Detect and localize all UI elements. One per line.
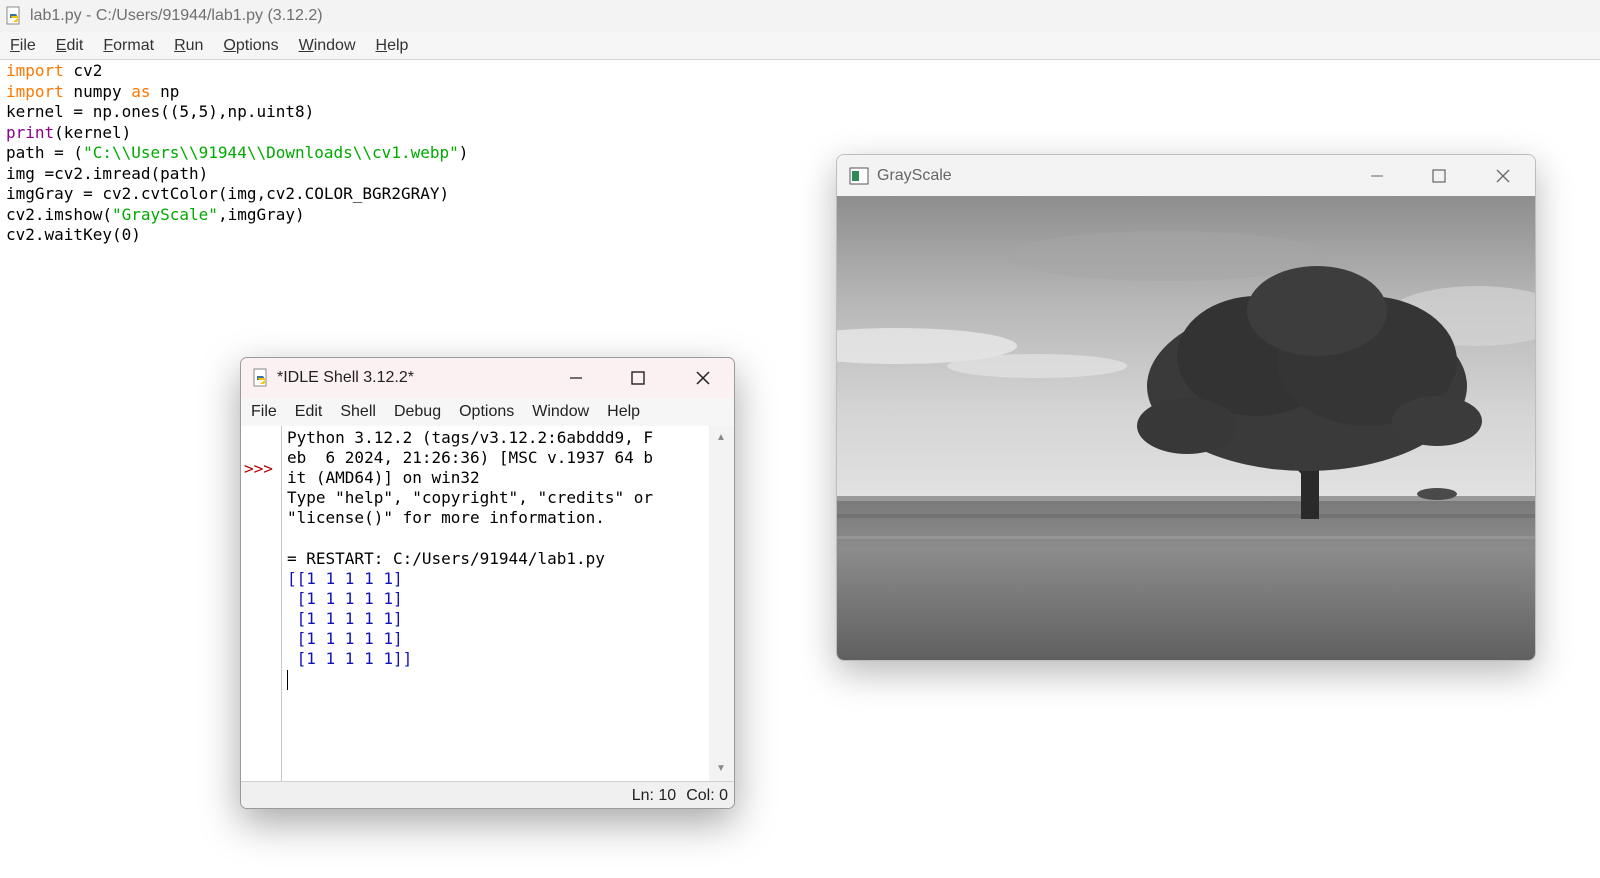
shell-line: Python 3.12.2 (tags/v3.12.2:6abddd9, F: [287, 428, 654, 447]
shell-menu-shell[interactable]: Shell: [330, 403, 384, 421]
program-output-line: [1 1 1 1 1]]: [287, 649, 413, 669]
program-output-line: [1 1 1 1 1]: [287, 608, 403, 628]
grayscale-title: GrayScale: [877, 166, 952, 184]
string-literal: "GrayScale": [111, 204, 218, 224]
program-output-line: [1 1 1 1 1]: [287, 628, 403, 648]
shell-output-area[interactable]: Python 3.12.2 (tags/v3.12.2:6abddd9, Feb…: [282, 426, 709, 781]
string-literal: "C:\\Users\\91944\\Downloads\\cv1.webp": [83, 143, 459, 162]
code-text: (kernel): [54, 122, 132, 142]
code-text: cv2: [63, 61, 103, 80]
menu-format[interactable]: Format: [93, 37, 164, 55]
code-text: numpy: [63, 81, 132, 101]
cursor-line: Ln: 10: [631, 786, 677, 804]
grayscale-landscape-image: [837, 196, 1535, 660]
input-line[interactable]: [287, 669, 709, 690]
shell-line: ​: [287, 528, 709, 548]
keyword: as: [131, 81, 151, 101]
shell-scrollbar[interactable]: ▲ ▼: [709, 426, 734, 781]
menu-options[interactable]: Options: [213, 37, 288, 55]
shell-statusbar: Ln: 10 Col: 0: [241, 781, 734, 808]
menu-mnemonic: W: [298, 36, 314, 54]
code-text: np: [150, 81, 180, 101]
menu-label: ptions: [235, 36, 279, 54]
code-text: ,imgGray): [217, 204, 305, 224]
shell-menu-file[interactable]: File: [241, 403, 285, 421]
code-line: cv2.waitKey(0): [6, 225, 141, 244]
menu-run[interactable]: Run: [164, 37, 213, 55]
scroll-down-icon[interactable]: ▼: [716, 763, 726, 774]
maximize-icon: [631, 371, 645, 385]
editor-title: lab1.py - C:/Users/91944/lab1.py (3.12.2…: [30, 7, 323, 24]
program-output-line: [[1 1 1 1 1]: [287, 568, 403, 588]
python-file-icon: [6, 6, 20, 25]
shell-prompt: >>>: [244, 459, 273, 478]
shell-menu-options[interactable]: Options: [449, 403, 522, 421]
code-line: import cv2: [6, 61, 826, 82]
maximize-icon: [1432, 168, 1446, 183]
minimize-icon: [570, 377, 582, 379]
menu-window[interactable]: Window: [289, 37, 366, 55]
idle-shell-window[interactable]: *IDLE Shell 3.12.2* File Edit Shell Debu…: [240, 357, 735, 809]
code-line: print(kernel): [6, 123, 826, 144]
editor-menubar: File Edit Format Run Options Window Help: [0, 32, 1600, 60]
shell-prompt-gutter: [241, 426, 282, 781]
keyword: import: [6, 61, 64, 80]
minimize-icon: [1371, 175, 1383, 176]
menu-label: dit: [66, 36, 84, 54]
builtin: print: [6, 122, 55, 142]
shell-line: Type "help", "copyright", "credits" or: [287, 488, 654, 508]
menu-mnemonic: E: [55, 36, 67, 54]
menu-file[interactable]: File: [0, 37, 46, 55]
opencv-window-icon: [849, 167, 869, 184]
close-icon: [696, 371, 710, 385]
python-shell-icon: [253, 368, 267, 387]
text-caret: [287, 669, 288, 690]
shell-line: "license()" for more information.: [287, 508, 605, 528]
shell-menu-debug[interactable]: Debug: [384, 403, 449, 421]
menu-label: ile: [19, 36, 36, 54]
close-button[interactable]: [1471, 155, 1535, 196]
code-editor[interactable]: import cv2 import numpy as np kernel = np.…: [6, 61, 826, 246]
menu-mnemonic: O: [223, 36, 236, 54]
shell-menu-window[interactable]: Window: [522, 403, 597, 421]
cursor-column: Col: 0: [686, 786, 728, 804]
code-text: cv2.imshow(: [6, 204, 112, 224]
shell-menu-help[interactable]: Help: [597, 403, 648, 421]
shell-maximize-button[interactable]: [606, 358, 670, 398]
code-line: imgGray = cv2.cvtColor(img,cv2.COLOR_BGR…: [6, 184, 450, 203]
menu-mnemonic: F: [103, 36, 114, 54]
code-text: ): [458, 143, 469, 162]
menu-label: elp: [387, 36, 409, 54]
grayscale-window[interactable]: GrayScale: [836, 154, 1536, 661]
menu-label: ormat: [113, 36, 155, 54]
maximize-button[interactable]: [1407, 155, 1471, 196]
code-line: import numpy as np: [6, 82, 826, 103]
keyword: import: [6, 81, 64, 101]
code-line: img =cv2.imread(path): [6, 163, 209, 183]
menu-mnemonic: H: [375, 36, 388, 54]
shell-line: it (AMD64)] on win32: [287, 468, 480, 488]
program-output-line: [1 1 1 1 1]: [287, 588, 403, 608]
shell-menubar: File Edit Shell Debug Options Window Hel…: [241, 398, 734, 426]
close-icon: [1496, 169, 1510, 182]
scroll-up-icon[interactable]: ▲: [716, 432, 726, 443]
code-line: cv2.imshow("GrayScale",imgGray): [6, 205, 826, 226]
menu-mnemonic: R: [174, 36, 186, 54]
menu-label: un: [185, 36, 204, 54]
menu-mnemonic: F: [10, 36, 20, 54]
shell-line: = RESTART: C:/Users/91944/lab1.py: [287, 548, 605, 568]
shell-title: *IDLE Shell 3.12.2*: [277, 369, 414, 386]
menu-help[interactable]: Help: [366, 37, 419, 55]
code-text: path = (: [6, 143, 84, 162]
shell-menu-edit[interactable]: Edit: [285, 403, 331, 421]
minimize-button[interactable]: [1345, 155, 1409, 196]
code-line: kernel = np.ones((5,5),np.uint8): [6, 102, 315, 121]
editor-titlebar: lab1.py - C:/Users/91944/lab1.py (3.12.2…: [0, 0, 1600, 32]
shell-close-button[interactable]: [671, 358, 734, 398]
shell-line: eb 6 2024, 21:26:36) [MSC v.1937 64 b: [287, 448, 654, 468]
shell-minimize-button[interactable]: [544, 358, 608, 398]
code-line: path = ("C:\\Users\\91944\\Downloads\\cv…: [6, 143, 826, 164]
menu-label: indow: [313, 36, 356, 54]
menu-edit[interactable]: Edit: [46, 37, 94, 55]
